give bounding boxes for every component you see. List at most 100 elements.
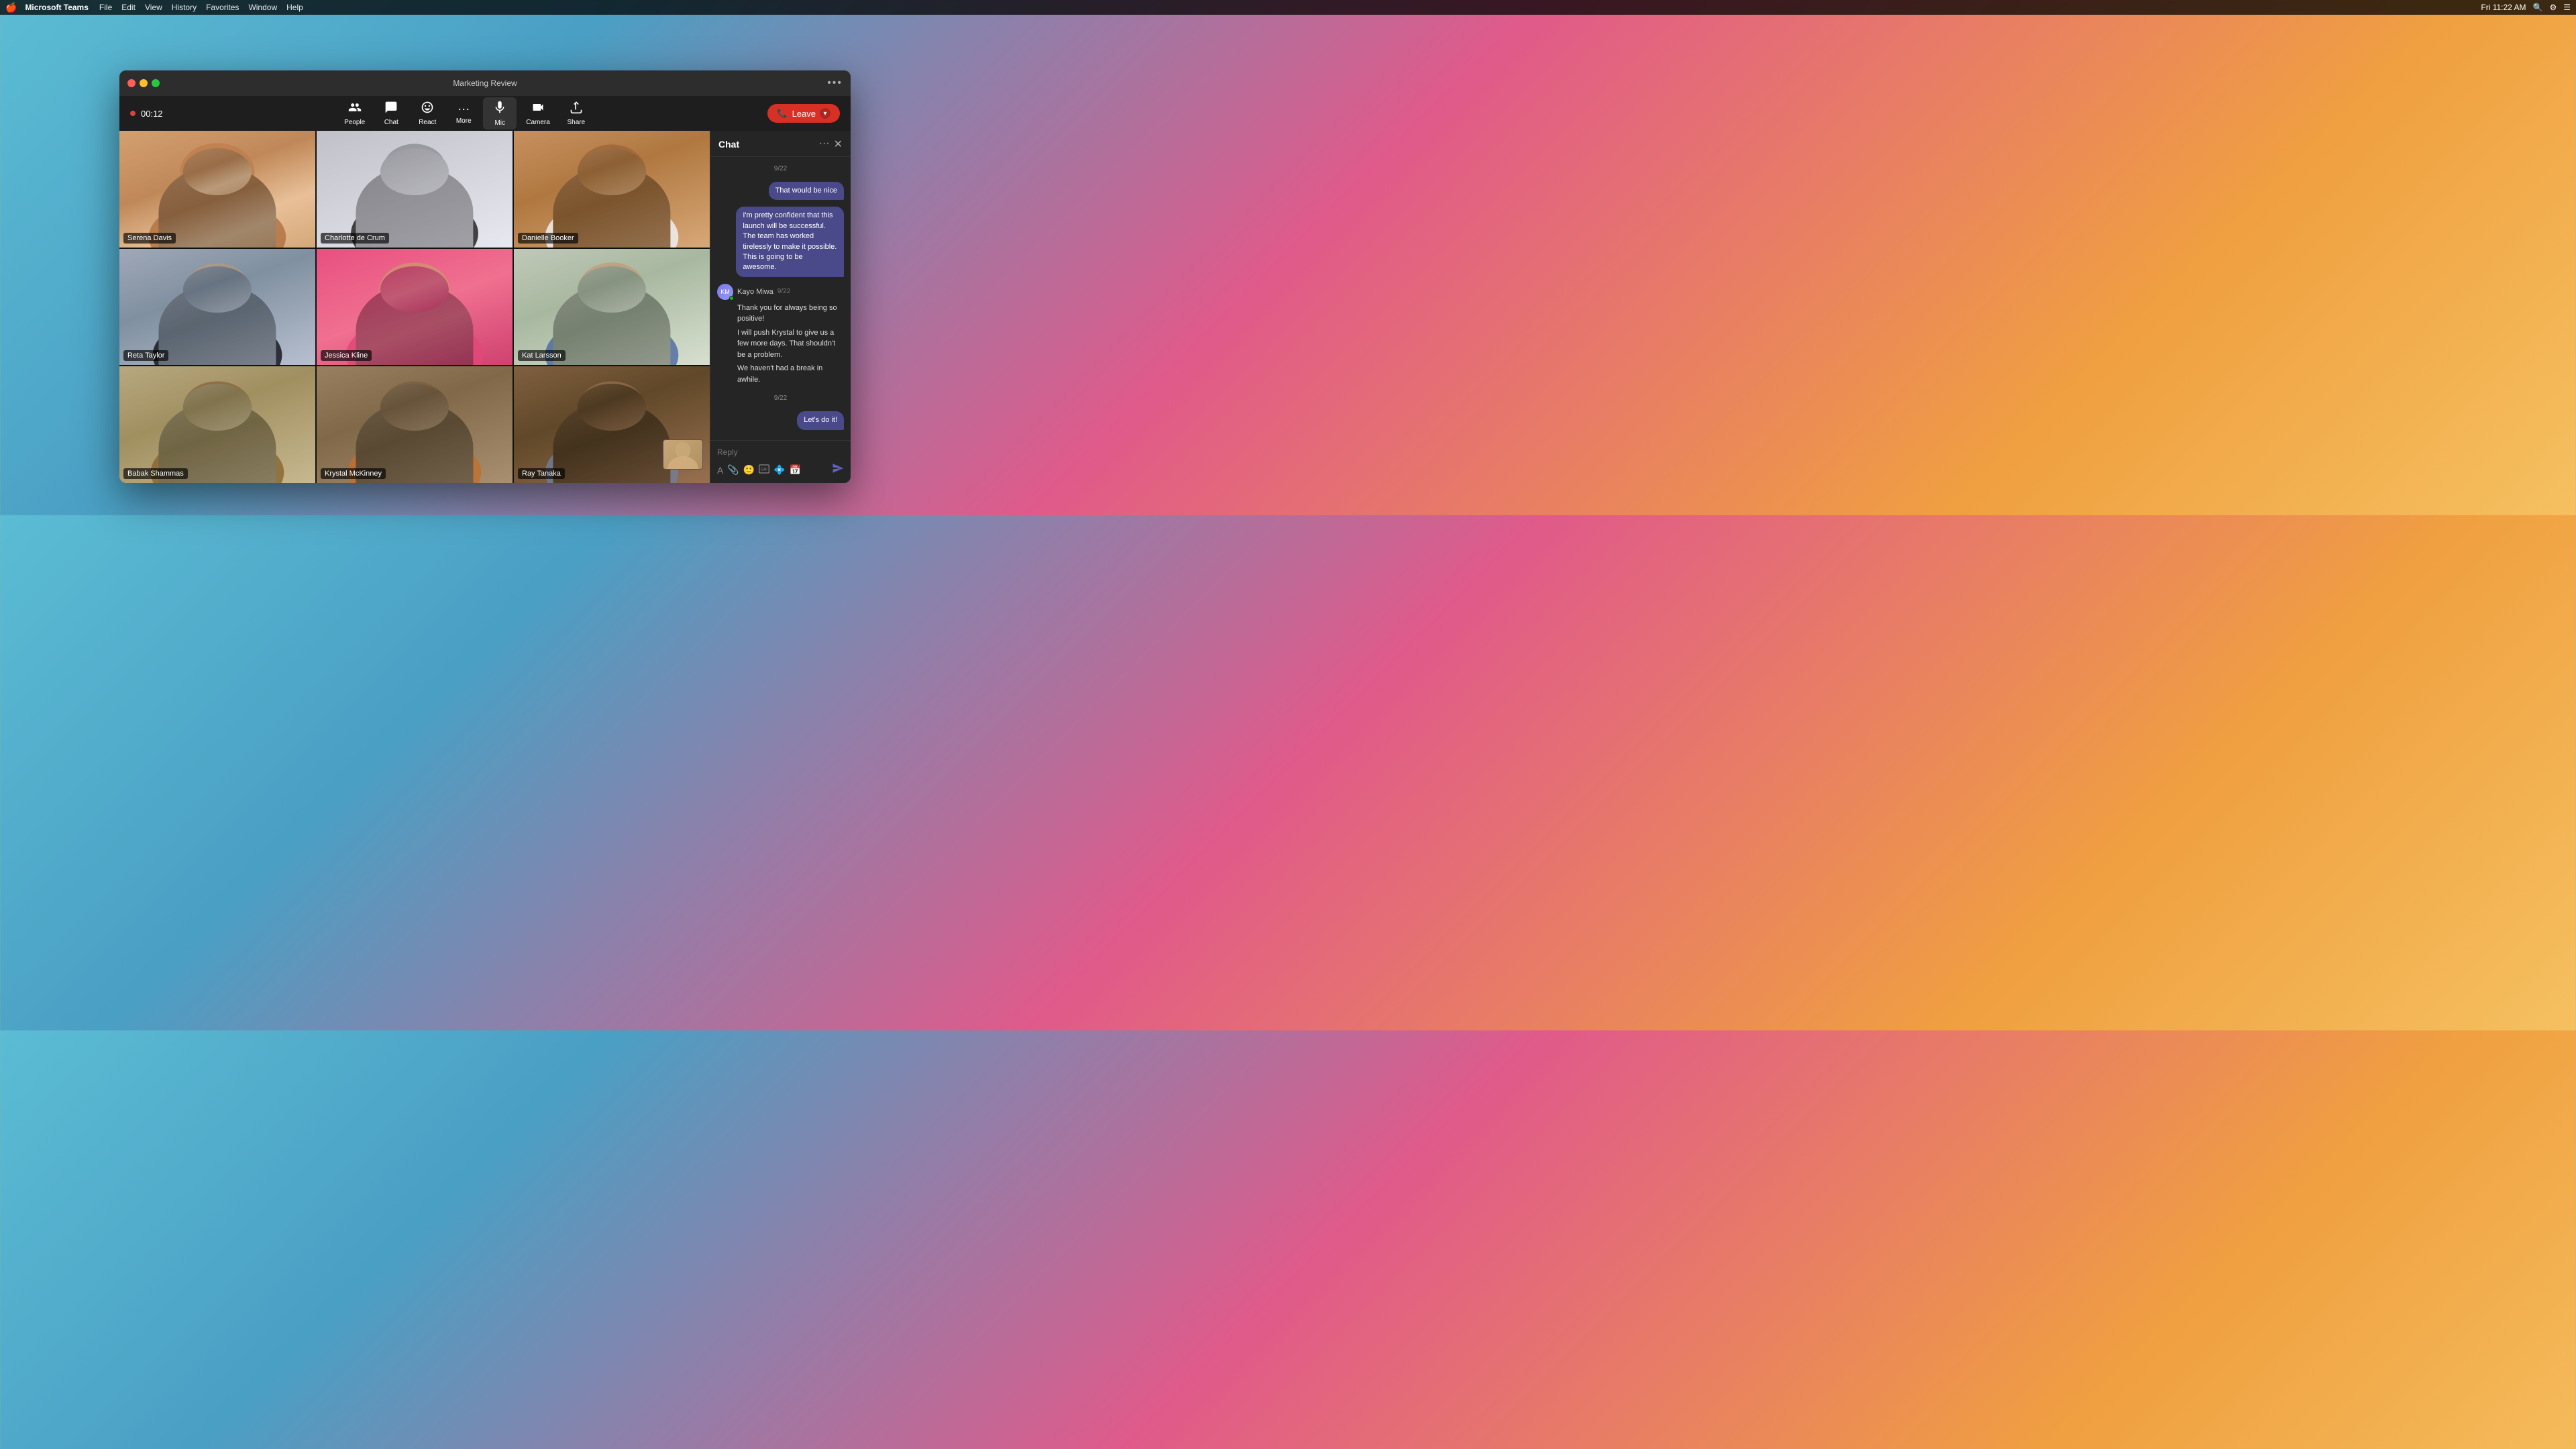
share-button[interactable]: Share — [559, 98, 593, 129]
camera-button[interactable]: Camera — [519, 98, 557, 129]
traffic-lights — [127, 79, 160, 87]
menu-edit[interactable]: Edit — [121, 3, 136, 12]
participant-name-danielle: Danielle Booker — [518, 233, 578, 244]
msg-text-kayo-1: Thank you for always being so positive! — [717, 303, 844, 325]
chat-panel: Chat ··· ✕ 9/22 That would be nice I'm p… — [710, 131, 851, 483]
close-button[interactable] — [127, 79, 136, 87]
status-dot-kayo — [729, 296, 734, 301]
chat-title: Chat — [718, 139, 819, 150]
participant-name-jessica: Jessica Kline — [321, 350, 372, 361]
menu-items: File Edit View History Favorites Window … — [99, 3, 303, 12]
reply-toolbar: A 📎 🙂 GIF 💠 📅 — [717, 462, 844, 478]
search-icon[interactable]: 🔍 — [2533, 3, 2543, 12]
participant-name-kat: Kat Larsson — [518, 350, 566, 361]
participant-name-charlotte: Charlotte de Crum — [321, 233, 389, 244]
msg-block-kayo-miwa: KM Kayo Miwa 9/22 Thank you for always b… — [717, 284, 844, 386]
menu-window[interactable]: Window — [248, 3, 277, 12]
chat-header: Chat ··· ✕ — [710, 131, 851, 157]
chat-icon — [384, 101, 398, 117]
react-button[interactable]: React — [411, 98, 444, 129]
msg-bubble-that-would-be-nice: That would be nice — [769, 182, 844, 200]
menu-file[interactable]: File — [99, 3, 112, 12]
video-cell-ray-tanaka: Ray Tanaka — [514, 366, 710, 483]
toolbar: 00:12 People Chat — [119, 96, 851, 131]
video-grid: Serena Davis Charlotte de Crum — [119, 131, 710, 483]
chat-close-icon[interactable]: ✕ — [834, 138, 843, 151]
mic-icon — [492, 100, 507, 118]
video-cell-kat-larsson: Kat Larsson — [514, 249, 710, 366]
msg-sender-time-kayo: 9/22 — [777, 288, 790, 295]
menubar-right: Fri 11:22 AM 🔍 ⚙ ☰ — [2481, 3, 2571, 12]
msg-text-kayo-3: We haven't had a break in awhile. — [717, 363, 844, 385]
video-cell-babak-shammas: Babak Shammas — [119, 366, 315, 483]
msg-date-2: 9/22 — [717, 394, 844, 402]
msg-date-1: 9/22 — [717, 165, 844, 172]
msg-text-kayo-2: I will push Krystal to give us a few mor… — [717, 327, 844, 361]
timer-display: 00:12 — [141, 109, 163, 119]
attach-icon[interactable]: 📎 — [727, 464, 739, 476]
menu-view[interactable]: View — [145, 3, 162, 12]
share-icon — [570, 101, 583, 117]
msg-sender-row-kayo: KM Kayo Miwa 9/22 — [717, 284, 844, 300]
mic-label: Mic — [494, 119, 505, 127]
menu-bar: 🍎 Microsoft Teams File Edit View History… — [0, 0, 2576, 15]
video-cell-jessica-kline: Jessica Kline — [317, 249, 513, 366]
svg-text:GIF: GIF — [761, 468, 768, 472]
chat-header-icons: ··· ✕ — [819, 138, 843, 151]
menu-favorites[interactable]: Favorites — [206, 3, 239, 12]
chat-reply-area: A 📎 🙂 GIF 💠 📅 — [710, 440, 851, 483]
more-icon: ··· — [458, 102, 470, 116]
window-more-menu[interactable]: ••• — [827, 77, 843, 89]
menu-history[interactable]: History — [172, 3, 197, 12]
main-content: Serena Davis Charlotte de Crum — [119, 131, 851, 483]
react-label: React — [419, 119, 436, 126]
video-cell-danielle-booker: Danielle Booker — [514, 131, 710, 248]
leave-phone-icon: 📞 — [777, 108, 788, 119]
video-cell-reta-taylor: Reta Taylor — [119, 249, 315, 366]
video-cell-krystal-mckinney: Krystal McKinney — [317, 366, 513, 483]
participant-name-serena: Serena Davis — [123, 233, 176, 244]
maximize-button[interactable] — [152, 79, 160, 87]
recording-indicator — [130, 111, 136, 116]
toolbar-left: 00:12 — [130, 109, 163, 119]
emoji-icon[interactable]: 🙂 — [743, 464, 755, 476]
chat-more-icon[interactable]: ··· — [819, 138, 830, 151]
share-label: Share — [567, 119, 585, 126]
chat-button[interactable]: Chat — [374, 98, 408, 129]
notification-icon[interactable]: ☰ — [2563, 3, 2571, 12]
react-icon — [421, 101, 434, 117]
minimize-button[interactable] — [140, 79, 148, 87]
menubar-time: Fri 11:22 AM — [2481, 3, 2526, 12]
video-cell-charlotte-de-crum: Charlotte de Crum — [317, 131, 513, 248]
control-center-icon[interactable]: ⚙ — [2549, 3, 2557, 12]
camera-label: Camera — [526, 119, 550, 126]
leave-chevron-icon: ▾ — [820, 108, 830, 119]
window-title: Marketing Review — [453, 78, 517, 88]
more-label: More — [456, 117, 472, 125]
msg-avatar-kayo: KM — [717, 284, 733, 300]
apple-icon: 🍎 — [5, 2, 17, 13]
reply-input[interactable] — [717, 446, 844, 458]
gif-icon[interactable]: GIF — [759, 464, 769, 476]
toolbar-center: People Chat React ··· — [337, 97, 593, 129]
more-button[interactable]: ··· More — [447, 99, 480, 127]
mic-button[interactable]: Mic — [483, 97, 517, 129]
msg-bubble-lets-do-it: Let's do it! — [797, 411, 844, 429]
format-text-icon[interactable]: A — [717, 465, 723, 476]
app-name: Microsoft Teams — [25, 3, 88, 12]
menu-help[interactable]: Help — [286, 3, 303, 12]
people-icon — [348, 101, 362, 117]
participant-name-babak: Babak Shammas — [123, 468, 188, 479]
participant-name-reta: Reta Taylor — [123, 350, 168, 361]
participant-name-ray: Ray Tanaka — [518, 468, 565, 479]
msg-sender-name-kayo: Kayo Miwa — [737, 288, 773, 296]
schedule-icon[interactable]: 📅 — [790, 464, 801, 476]
leave-button[interactable]: 📞 Leave ▾ — [767, 104, 840, 123]
participant-name-krystal: Krystal McKinney — [321, 468, 386, 479]
sticker-icon[interactable]: 💠 — [773, 464, 785, 476]
leave-label: Leave — [792, 109, 816, 119]
msg-bubble-confident: I'm pretty confident that this launch wi… — [736, 207, 844, 276]
send-button[interactable] — [832, 462, 844, 478]
people-button[interactable]: People — [337, 98, 372, 129]
video-cell-serena-davis: Serena Davis — [119, 131, 315, 248]
